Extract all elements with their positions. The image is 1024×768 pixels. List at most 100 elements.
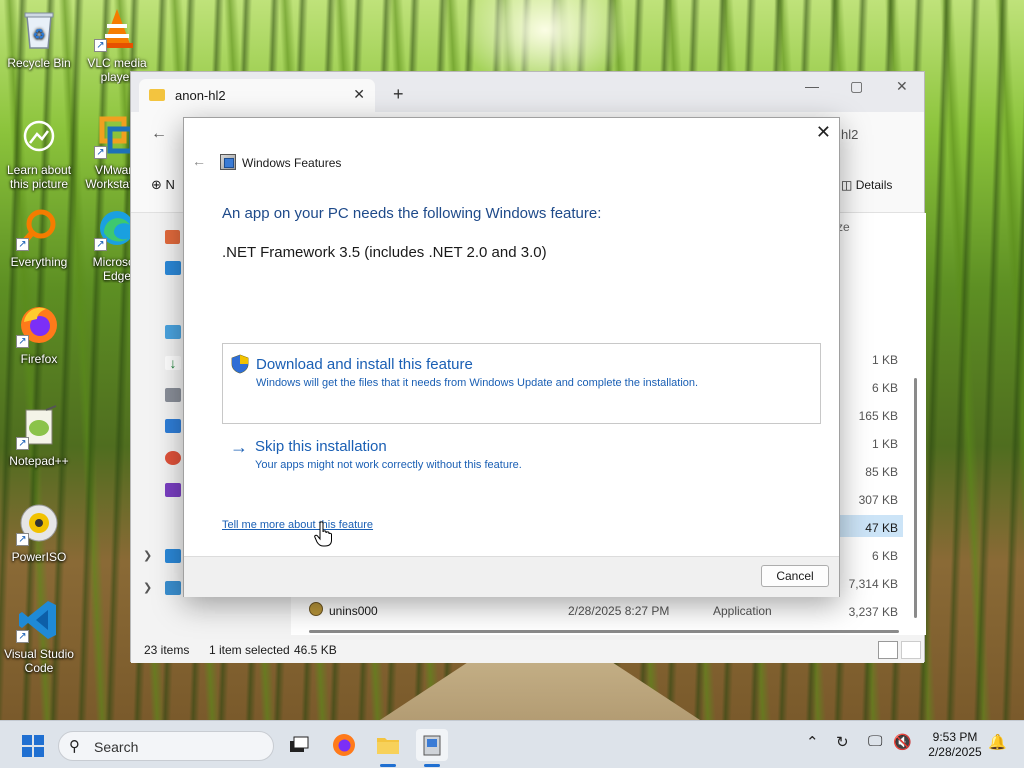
uac-shield-icon (231, 354, 249, 374)
shortcut-arrow-icon: ↗ (94, 146, 107, 159)
desktop-icon-label: Everything (10, 255, 68, 269)
close-icon[interactable]: ✕ (816, 122, 831, 143)
task-view-icon[interactable] (283, 729, 315, 761)
add-circle-icon: ⊕ (151, 177, 162, 192)
cancel-button[interactable]: Cancel (761, 565, 829, 587)
active-indicator (424, 764, 440, 767)
notification-bell-icon[interactable]: 🔔 (988, 733, 1007, 751)
home-icon[interactable] (165, 230, 180, 244)
downloads-icon[interactable]: ↓ (165, 356, 181, 370)
skip-option-title: Skip this installation (255, 438, 387, 455)
desktop-icon-vscode[interactable]: ↗ Visual Studio Code (0, 597, 78, 675)
music-icon[interactable] (165, 451, 181, 465)
explorer-tab-title: anon-hl2 (175, 88, 226, 103)
videos-icon[interactable] (165, 483, 181, 497)
recycle-bin-icon: ♻ (16, 6, 62, 52)
file-size: 3,237 KB (848, 605, 898, 619)
desktop-icon-label: Learn about this picture (6, 163, 72, 191)
vscode-icon: ↗ (16, 597, 62, 643)
file-date: 2/28/2025 8:27 PM (568, 604, 670, 618)
poweriso-disc-icon: ↗ (16, 500, 62, 546)
tiles-view-icon[interactable] (901, 641, 921, 659)
shortcut-arrow-icon: ↗ (16, 335, 29, 348)
search-label: Search (94, 739, 139, 755)
breadcrumb[interactable]: hl2 (841, 127, 858, 142)
notepadpp-icon: ↗ (16, 404, 62, 450)
installer-app-icon (309, 602, 323, 616)
tell-me-more-link[interactable]: Tell me more about this feature (222, 519, 373, 531)
details-button[interactable]: ◫ Details (841, 178, 892, 192)
firefox-icon: ↗ (16, 302, 62, 348)
desktop-icon-poweriso[interactable]: ↗ PowerISO (0, 500, 78, 564)
shortcut-arrow-icon: ↗ (16, 533, 29, 546)
hand-cursor-icon (314, 521, 332, 547)
desktop-icon-firefox[interactable]: ↗ Firefox (0, 302, 78, 366)
everything-search-icon: ↗ (16, 205, 62, 251)
desktop-icon-label: PowerISO (11, 550, 67, 564)
search-icon: ⚲ (69, 738, 80, 755)
back-arrow-icon[interactable]: ← (151, 125, 167, 143)
clock[interactable]: 9:53 PM 2/28/2025 (920, 730, 990, 760)
explorer-tab[interactable]: anon-hl2 ✕ (139, 79, 375, 112)
firefox-taskbar-icon[interactable] (328, 729, 360, 761)
volume-muted-icon[interactable]: 🔇 (893, 733, 912, 751)
new-button[interactable]: ⊕ N (151, 177, 175, 193)
clock-date: 2/28/2025 (928, 745, 982, 759)
desktop-icon-label: Visual Studio Code (4, 647, 74, 675)
horizontal-scrollbar[interactable] (309, 630, 899, 633)
windows-features-icon (220, 154, 236, 170)
shortcut-arrow-icon: ↗ (16, 437, 29, 450)
folder-icon (149, 89, 165, 101)
chevron-up-icon[interactable]: ⌃ (806, 733, 819, 751)
desktop-icon-learn-about-picture[interactable]: Learn about this picture (0, 113, 78, 191)
start-button[interactable] (22, 735, 44, 757)
taskbar-search-box[interactable]: ⚲ Search (58, 731, 274, 761)
desktop-icon-everything[interactable]: ↗ Everything (0, 205, 78, 269)
item-count: 23 items (144, 643, 190, 657)
details-view-icon[interactable] (878, 641, 898, 659)
feature-name: .NET Framework 3.5 (includes .NET 2.0 an… (222, 244, 547, 261)
chevron-right-icon[interactable]: ❯ (143, 549, 152, 562)
windows-features-dialog: ✕ ← Windows Features An app on your PC n… (183, 117, 840, 597)
shortcut-arrow-icon: ↗ (16, 630, 29, 643)
shortcut-arrow-icon: ↗ (16, 238, 29, 251)
back-arrow-icon[interactable]: ← (192, 153, 206, 169)
pictures-icon[interactable] (165, 419, 181, 433)
window-close-icon[interactable]: ✕ (896, 78, 908, 95)
svg-text:♻: ♻ (33, 26, 46, 42)
dialog-title: Windows Features (242, 156, 342, 170)
selection-size: 46.5 KB (294, 643, 337, 657)
chevron-right-icon[interactable]: ❯ (143, 581, 152, 594)
desktop-icon-label: Notepad++ (9, 454, 69, 468)
file-explorer-taskbar-icon[interactable] (372, 729, 404, 761)
network-icon[interactable] (165, 581, 181, 595)
desktop-icon-recycle-bin[interactable]: ♻ Recycle Bin (0, 6, 78, 70)
documents-icon[interactable] (165, 388, 181, 402)
new-tab-icon[interactable]: + (393, 84, 404, 105)
this-pc-icon[interactable] (165, 549, 181, 563)
skip-option-description: Your apps might not work correctly witho… (255, 459, 522, 471)
sync-alert-icon[interactable]: ↻ (836, 733, 849, 751)
gallery-icon[interactable] (165, 261, 181, 275)
network-monitor-icon[interactable]: 🖵 (868, 733, 882, 750)
learn-about-picture-icon (16, 113, 62, 159)
shortcut-arrow-icon: ↗ (94, 238, 107, 251)
details-button-label: Details (855, 178, 893, 192)
new-button-label: N (165, 177, 175, 192)
skip-installation-option[interactable]: → Skip this installation Your apps might… (222, 436, 821, 476)
desktop-folder-icon[interactable] (165, 325, 181, 339)
windows-features-taskbar-icon[interactable] (416, 729, 448, 761)
vertical-scrollbar[interactable] (914, 378, 917, 618)
file-type: Application (713, 604, 772, 618)
clock-time: 9:53 PM (932, 730, 978, 744)
minimize-icon[interactable]: — (805, 78, 819, 94)
maximize-icon[interactable]: ▢ (850, 78, 863, 95)
arrow-right-icon: → (230, 437, 248, 457)
status-bar: 23 items 1 item selected 46.5 KB (131, 635, 924, 663)
close-tab-icon[interactable]: ✕ (353, 86, 365, 103)
running-indicator (380, 764, 396, 767)
download-install-option[interactable]: Download and install this feature Window… (222, 343, 821, 424)
dialog-footer (184, 556, 839, 597)
desktop-icon-notepadpp[interactable]: ↗ Notepad++ (0, 404, 78, 468)
file-name: unins000 (329, 604, 378, 618)
